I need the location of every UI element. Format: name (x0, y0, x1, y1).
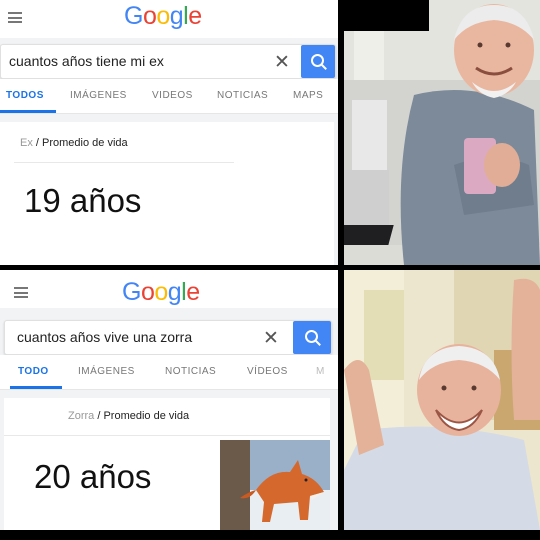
tab-todo[interactable]: TODO (18, 366, 49, 377)
photo-man-celebrating (344, 270, 540, 530)
tab-videos[interactable]: VÍDEOS (247, 366, 288, 377)
card-divider (4, 435, 330, 436)
reaction-photo-man-mug (344, 0, 540, 265)
search-input[interactable]: cuantos años vive una zorra (17, 329, 192, 345)
tab-noticias[interactable]: NOTICIAS (217, 90, 268, 101)
breadcrumb-entity[interactable]: Zorra (68, 410, 94, 422)
close-icon[interactable]: ✕ (274, 51, 290, 74)
search-button[interactable] (301, 45, 335, 78)
tab-imagenes[interactable]: IMÁGENES (70, 90, 127, 101)
breadcrumb-entity[interactable]: Ex (20, 137, 33, 149)
top-bar: Google (0, 270, 338, 308)
breadcrumb: Ex / Promedio de vida (20, 137, 128, 149)
active-tab-indicator (0, 110, 56, 113)
search-button[interactable] (293, 321, 331, 354)
breadcrumb-attribute: Promedio de vida (103, 410, 190, 422)
reaction-photo-man-cheering (344, 270, 540, 530)
google-result-panel-ex: Google cuantos años tiene mi ex ✕ TODOS … (0, 0, 338, 265)
top-bar: Google (0, 0, 338, 38)
tab-maps[interactable]: MAPS (293, 90, 323, 101)
fox-thumbnail[interactable] (220, 440, 330, 530)
tab-maps-truncated[interactable]: M (316, 366, 325, 377)
breadcrumb: Zorra / Promedio de vida (68, 410, 189, 422)
active-tab-indicator (10, 386, 62, 389)
search-input[interactable]: cuantos años tiene mi ex (9, 53, 164, 69)
answer-value: 19 años (24, 182, 142, 219)
google-result-panel-zorra: Google cuantos años vive una zorra ✕ TOD… (0, 270, 338, 530)
google-logo[interactable]: Google (122, 278, 200, 307)
menu-icon[interactable] (8, 12, 22, 23)
search-box: cuantos años tiene mi ex ✕ (0, 44, 336, 79)
search-box: cuantos años vive una zorra ✕ (4, 320, 332, 355)
breadcrumb-attribute: Promedio de vida (42, 137, 128, 149)
tab-todos[interactable]: TODOS (6, 90, 44, 101)
breadcrumb-separator: / (97, 410, 101, 422)
tab-videos[interactable]: VIDEOS (152, 90, 193, 101)
tab-imagenes[interactable]: IMÁGENES (78, 366, 135, 377)
google-logo[interactable]: Google (124, 2, 202, 31)
breadcrumb-separator: / (35, 137, 39, 149)
answer-card: Ex / Promedio de vida 19 años (0, 122, 334, 265)
result-tabs: TODO IMÁGENES NOTICIAS VÍDEOS M (0, 355, 338, 390)
card-divider (14, 162, 234, 163)
menu-icon[interactable] (14, 287, 28, 298)
answer-value: 20 años (34, 458, 152, 495)
tab-noticias[interactable]: NOTICIAS (165, 366, 216, 377)
close-icon[interactable]: ✕ (263, 327, 279, 350)
answer-card: Zorra / Promedio de vida 20 años (4, 398, 330, 530)
result-tabs: TODOS IMÁGENES VIDEOS NOTICIAS MAPS (0, 79, 338, 114)
photo-man-with-mug (344, 0, 540, 265)
